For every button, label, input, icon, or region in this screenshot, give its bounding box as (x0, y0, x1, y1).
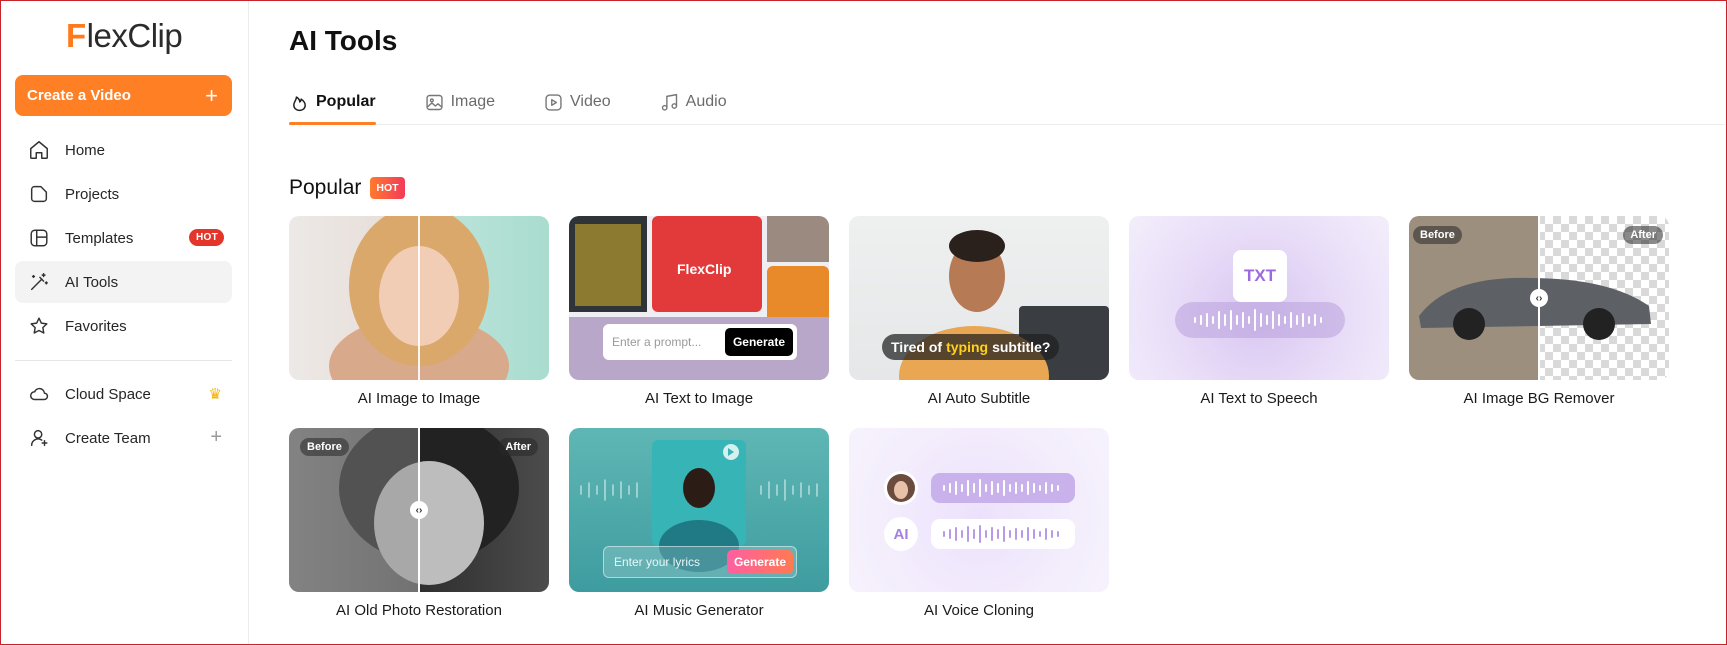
image-text: FlexClip (677, 261, 731, 277)
sidebar-item-label: AI Tools (65, 273, 119, 291)
tab-image[interactable]: Image (424, 82, 495, 124)
image-icon (425, 94, 443, 110)
sidebar-item-favorites[interactable]: Favorites (15, 305, 232, 347)
plus-icon[interactable]: + (210, 426, 222, 449)
generate-button[interactable]: Generate (724, 328, 793, 356)
sidebar-item-label: Cloud Space (65, 385, 151, 403)
card-label: AI Image BG Remover (1463, 390, 1615, 407)
girl-portrait-image (329, 216, 509, 380)
sidebar-item-label: Favorites (65, 317, 127, 335)
lyrics-input[interactable]: Enter your lyrics Generate (603, 546, 797, 578)
tab-label: Audio (685, 93, 727, 110)
card-label: AI Voice Cloning (923, 602, 1035, 619)
after-label: After (498, 438, 538, 456)
sidebar-item-label: Projects (65, 185, 120, 203)
flame-icon (293, 95, 306, 111)
create-video-label: Create a Video (27, 87, 131, 104)
add-user-icon (27, 426, 51, 450)
tool-card-auto-subtitle[interactable]: Tired of typing subtitle? AI Auto Subtitle (849, 216, 1109, 407)
prompt-input[interactable]: Enter a prompt... Generate (603, 324, 797, 360)
magic-wand-icon (27, 270, 51, 294)
main-content: AI Tools Popular Image Video Audio Popul… (250, 0, 1725, 645)
caption-text: Tired of (891, 339, 943, 355)
voice-clone-illustration: AI (884, 471, 1075, 551)
tab-label: Video (570, 93, 611, 110)
sidebar-item-label: Home (65, 141, 106, 159)
caption-text: subtitle? (992, 339, 1051, 355)
crown-icon: ♛ (208, 386, 222, 403)
sidebar-item-create-team[interactable]: Create Team + (15, 417, 232, 459)
prompt-placeholder: Enter a prompt... (612, 335, 702, 349)
page-title: AI Tools (289, 25, 398, 56)
card-thumbnail: Before After ‹› (1409, 216, 1669, 380)
tab-label: Image (450, 93, 496, 110)
video-icon (545, 93, 562, 111)
sidebar-divider (15, 360, 232, 361)
generate-button[interactable]: Generate (726, 550, 793, 574)
after-label: After (1623, 226, 1663, 244)
before-label: Before (1413, 226, 1462, 244)
tool-card-old-photo-restoration[interactable]: Before After ‹› AI Old Photo Restoration (289, 428, 549, 619)
sidebar-item-ai-tools[interactable]: AI Tools (15, 261, 232, 303)
card-thumbnail: Tired of typing subtitle? (849, 216, 1109, 380)
projects-icon (27, 182, 51, 206)
music-icon (661, 93, 677, 111)
flexclip-logo[interactable]: FlexClip (66, 17, 183, 54)
card-label: AI Music Generator (634, 602, 764, 619)
tool-card-bg-remover[interactable]: Before After ‹› AI Image BG Remover (1409, 216, 1669, 407)
hot-badge: HOT (188, 229, 224, 246)
card-thumbnail: TXT (1129, 216, 1389, 380)
compare-slider-handle[interactable]: ‹› (1530, 289, 1548, 307)
lyrics-placeholder: Enter your lyrics (614, 555, 701, 569)
card-label: AI Text to Speech (1200, 390, 1318, 407)
tool-card-voice-cloning[interactable]: AI AI Voice Cloning (849, 428, 1109, 619)
card-label: AI Text to Image (644, 390, 754, 407)
cloud-icon (27, 382, 51, 406)
card-label: AI Auto Subtitle (927, 390, 1031, 407)
section-header: Popular HOT (289, 176, 405, 200)
caption-highlight: typing (946, 339, 989, 355)
compare-slider-handle[interactable]: ‹› (410, 501, 428, 519)
star-icon (27, 314, 51, 338)
home-icon (27, 138, 51, 162)
tab-video[interactable]: Video (543, 82, 611, 124)
tool-card-text-to-speech[interactable]: TXT AI Text to Speech (1129, 216, 1389, 407)
text-document-icon: TXT (1233, 250, 1287, 302)
tool-card-text-to-image[interactable]: FlexClip Enter a prompt... Generate AI T… (569, 216, 829, 407)
sidebar-nav: Home Projects Templates HOT AI Tools Fav… (15, 129, 232, 349)
section-title: Popular (289, 176, 362, 199)
card-thumbnail: AI (849, 428, 1109, 592)
card-label: AI Old Photo Restoration (336, 602, 502, 619)
tool-card-image-to-image[interactable]: AI Image to Image (289, 216, 549, 407)
sidebar-item-label: Create Team (65, 429, 151, 447)
create-video-button[interactable]: Create a Video + (15, 75, 232, 116)
waveform-icon (1175, 302, 1345, 338)
subtitle-caption: Tired of typing subtitle? (882, 334, 1060, 360)
ai-avatar-text: AI (894, 526, 909, 543)
card-thumbnail: Before After ‹› (289, 428, 549, 592)
card-thumbnail: FlexClip Enter a prompt... Generate (569, 216, 829, 380)
sidebar-item-cloud-space[interactable]: Cloud Space ♛ (15, 373, 232, 415)
sidebar: FlexClip Create a Video + Home Projects … (0, 0, 249, 645)
card-thumbnail (289, 216, 549, 380)
sidebar-item-home[interactable]: Home (15, 129, 232, 171)
templates-icon (27, 226, 51, 250)
hot-badge: HOT (370, 177, 405, 199)
tab-popular[interactable]: Popular (289, 82, 376, 125)
tab-bar: Popular Image Video Audio (289, 82, 1725, 125)
logo-text: lexClip (86, 17, 183, 54)
sidebar-item-templates[interactable]: Templates HOT (15, 217, 232, 259)
plus-icon: + (205, 82, 218, 108)
tool-card-music-generator[interactable]: Enter your lyrics Generate AI Music Gene… (569, 428, 829, 619)
sidebar-nav-secondary: Cloud Space ♛ Create Team + (15, 373, 232, 461)
tab-label: Popular (316, 93, 376, 110)
logo-letter: F (66, 17, 86, 54)
sidebar-item-projects[interactable]: Projects (15, 173, 232, 215)
tab-audio[interactable]: Audio (659, 82, 727, 124)
card-label: AI Image to Image (357, 390, 481, 407)
sidebar-item-label: Templates (65, 229, 134, 247)
before-label: Before (300, 438, 349, 456)
card-thumbnail: Enter your lyrics Generate (569, 428, 829, 592)
